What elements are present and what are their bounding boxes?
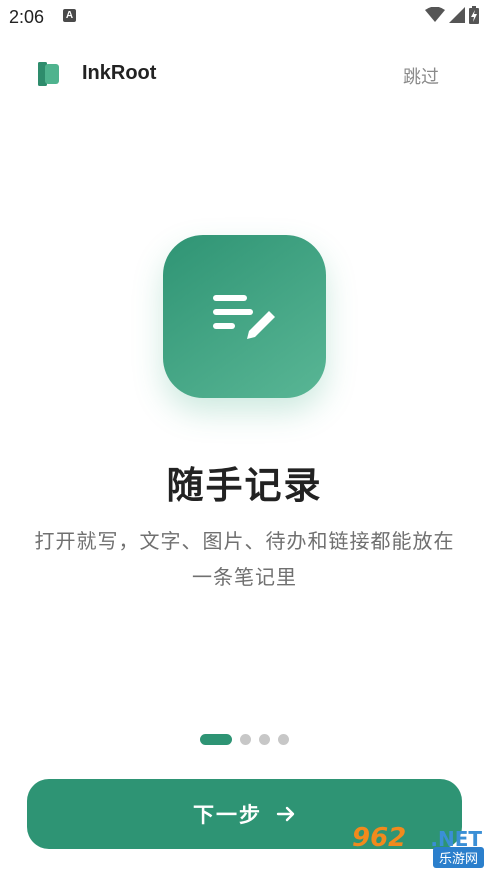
battery-charging-icon: [469, 6, 479, 24]
page-dot: [259, 734, 270, 745]
slide-title: 随手记录: [166, 465, 323, 506]
status-bar: 2:06 A: [0, 0, 489, 34]
arrow-right-icon: [276, 806, 295, 822]
note-edit-icon: [213, 295, 275, 339]
watermark-number: 962: [352, 823, 407, 853]
status-time: 2:06: [9, 7, 45, 27]
page-dot-active: [200, 734, 232, 745]
watermark-logo: 962 .NET 乐游网: [352, 823, 484, 868]
skip-button[interactable]: 跳过: [403, 63, 439, 89]
page-dot: [240, 734, 251, 745]
status-icons: [425, 6, 479, 24]
app-header: InkRoot 跳过: [0, 50, 489, 96]
watermark-site: 乐游网: [432, 847, 484, 868]
slide-description: 打开就写，文字、图片、待办和链接都能放在一条笔记里: [34, 531, 455, 589]
next-button-label: 下一步: [193, 804, 262, 827]
slide-icon-tile: [163, 235, 326, 398]
signal-icon: [449, 7, 465, 23]
book-icon: [38, 62, 59, 86]
wifi-icon: [425, 7, 445, 22]
page-dot: [278, 734, 289, 745]
page-indicator: [0, 734, 489, 745]
app-name: InkRoot: [82, 62, 157, 84]
a-icon: A: [63, 9, 76, 22]
